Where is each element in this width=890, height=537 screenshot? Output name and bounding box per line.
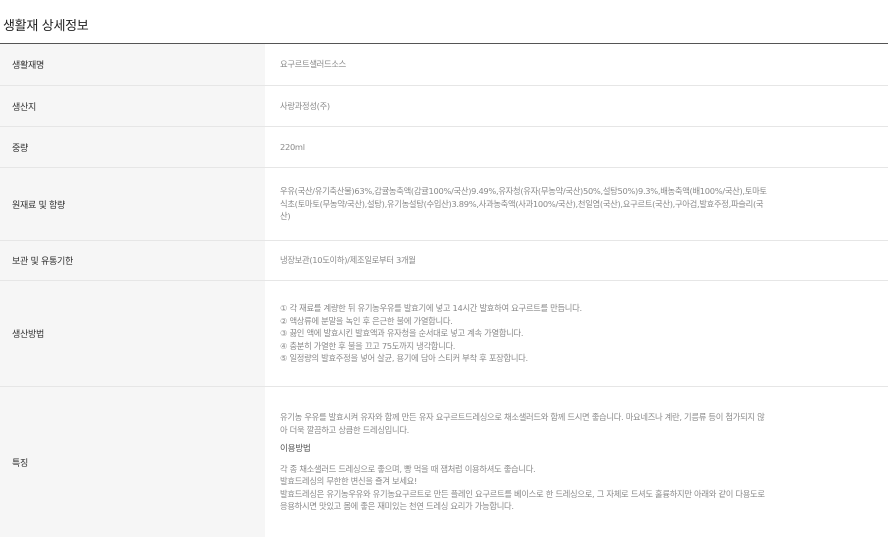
section-title: 생활재 상세정보 (3, 19, 89, 34)
method-step: ⑤ 일정량의 발효주정을 넣어 살균, 용기에 담아 스티커 부착 후 포장합니… (280, 353, 528, 364)
row-label-weight: 중량 (0, 127, 265, 167)
ingredients-line: 우유(국산/유기축산물)63%,감귤농축액(감귤100%/국산)9.49%,유자… (280, 186, 767, 197)
row-value-method: ① 각 재료를 계량한 뒤 유기농우유를 발효기에 넣고 14시간 발효하여 요… (265, 281, 888, 386)
features-intro-line: 유기농 우유를 발효시켜 유자와 함께 만든 유자 요구르트드레싱으로 채소샐러… (280, 411, 765, 422)
table-row-storage: 보관 및 유통기한 냉장보관(10도이하)/제조일로부터 3개월 (0, 241, 888, 281)
row-label-method: 생산방법 (0, 281, 265, 386)
table-row-name: 생활재명 요구르트샐러드소스 (0, 44, 888, 86)
method-step: ② 액상류에 분말을 녹인 후 은근한 불에 가열합니다. (280, 315, 453, 326)
row-label-ingredients: 원재료 및 함량 (0, 168, 265, 240)
detail-table: 생활재명 요구르트샐러드소스 생산지 사랑과정성(주) 중량 220ml 원재료… (0, 43, 888, 537)
table-row-weight: 중량 220ml (0, 127, 888, 168)
row-value-storage: 냉장보관(10도이하)/제조일로부터 3개월 (280, 255, 416, 266)
method-step: ① 각 재료를 계량한 뒤 유기농우유를 발효기에 넣고 14시간 발효하여 요… (280, 303, 582, 314)
usage-line: 각 종 채소샐러드 드레싱으로 좋으며, 빵 먹을 때 잼처럼 이용하셔도 좋습… (280, 463, 536, 474)
table-row-features: 특징 유기농 우유를 발효시켜 유자와 함께 만든 유자 요구르트드레싱으로 채… (0, 387, 888, 537)
table-row-origin: 생산지 사랑과정성(주) (0, 86, 888, 127)
table-row-method: 생산방법 ① 각 재료를 계량한 뒤 유기농우유를 발효기에 넣고 14시간 발… (0, 281, 888, 387)
usage-line: 발효드레싱은 유기농우유와 유기농요구르트로 만든 플레인 요구르트를 베이스로… (280, 488, 765, 499)
row-value-weight: 220ml (280, 141, 305, 152)
row-label-origin: 생산지 (0, 86, 265, 126)
usage-line: 발효드레싱의 무한한 변신을 즐겨 보세요! (280, 476, 418, 487)
row-label-storage: 보관 및 유통기한 (0, 241, 265, 280)
features-intro-line: 아 더욱 깔끔하고 상큼한 드레싱입니다. (280, 424, 410, 435)
table-row-ingredients: 원재료 및 함량 우유(국산/유기축산물)63%,감귤농축액(감귤100%/국산… (0, 168, 888, 241)
ingredients-line: 산) (280, 211, 291, 222)
row-value-features: 유기농 우유를 발효시켜 유자와 함께 만든 유자 요구르트드레싱으로 채소샐러… (265, 387, 888, 537)
row-value-name: 요구르트샐러드소스 (280, 59, 346, 70)
row-value-ingredients: 우유(국산/유기축산물)63%,감귤농축액(감귤100%/국산)9.49%,유자… (265, 168, 888, 240)
row-value-origin: 사랑과정성(주) (280, 100, 330, 111)
usage-title: 이용방법 (280, 444, 311, 455)
row-label-name: 생활재명 (0, 44, 265, 85)
ingredients-line: 식초(토마토(무농약/국산),설탕),유기농설탕(수입산)3.89%,사과농축액… (280, 198, 764, 209)
usage-line: 응용하시면 맛있고 몸에 좋은 재미있는 천연 드레싱 요리가 가능합니다. (280, 501, 514, 512)
method-step: ④ 충분히 가열한 후 불을 끄고 75도까지 냉각합니다. (280, 340, 456, 351)
method-step: ③ 끓인 액에 발효시킨 발효액과 유자청을 순서대로 넣고 계속 가열합니다. (280, 328, 524, 339)
row-label-features: 특징 (0, 387, 265, 537)
